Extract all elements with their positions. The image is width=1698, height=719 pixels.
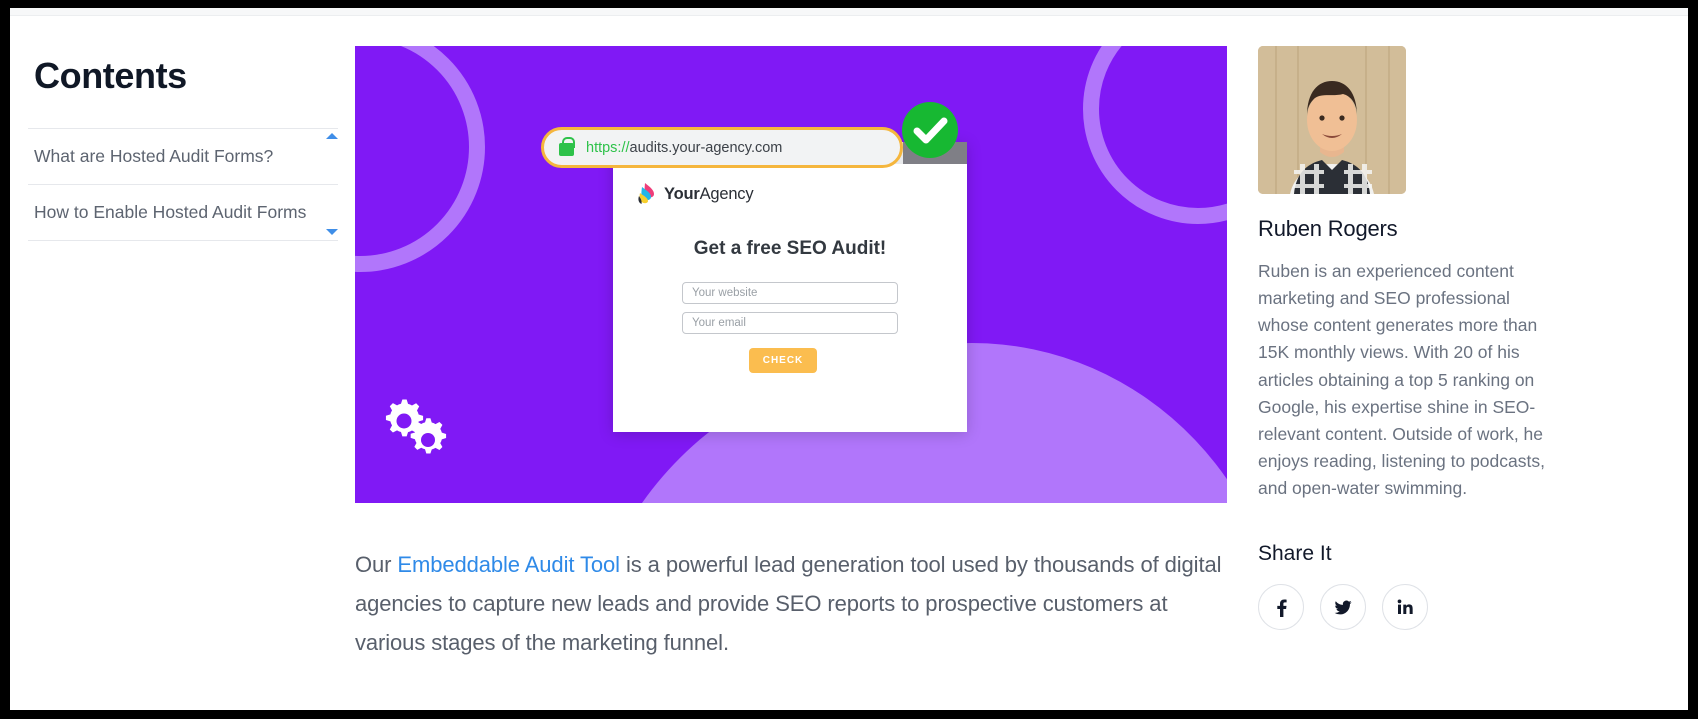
facebook-share-button[interactable]: [1258, 584, 1304, 631]
embeddable-audit-tool-link[interactable]: Embeddable Audit Tool: [397, 552, 620, 577]
linkedin-share-button[interactable]: [1382, 584, 1428, 631]
brand-light: Agency: [699, 184, 754, 203]
linkedin-icon: [1397, 599, 1413, 615]
mock-brand-name: YourAgency: [664, 184, 754, 204]
decorative-ring-right: [1083, 46, 1227, 224]
hero-illustration: https://audits.your-agency.com YourAgenc…: [355, 46, 1227, 503]
lock-icon: [559, 136, 575, 156]
browser-mockup: https://audits.your-agency.com YourAgenc…: [541, 102, 967, 432]
avatar: [1258, 46, 1406, 194]
url-scheme: https://: [586, 139, 630, 156]
author-sidebar: Ruben Rogers Ruben is an experienced con…: [1258, 46, 1558, 631]
author-name: Ruben Rogers: [1258, 216, 1398, 241]
chevron-down-icon[interactable]: [326, 228, 338, 235]
mock-site-body: YourAgency Get a free SEO Audit! Your we…: [613, 164, 967, 373]
paragraph-lead: Our: [355, 552, 398, 577]
article-paragraph: Our Embeddable Audit Tool is a powerful …: [355, 545, 1227, 662]
twitter-share-button[interactable]: [1320, 584, 1366, 631]
mock-heading: Get a free SEO Audit!: [693, 238, 887, 259]
share-buttons: [1258, 584, 1558, 631]
twitter-icon: [1334, 600, 1352, 615]
browser-tabbar: https://audits.your-agency.com: [541, 102, 967, 168]
chevron-up-icon[interactable]: [326, 132, 338, 139]
contents-title: Contents: [34, 55, 187, 96]
toc-item-how-to-enable-hosted-audit-forms[interactable]: How to Enable Hosted Audit Forms: [28, 185, 338, 241]
toc-item-what-are-hosted-audit-forms[interactable]: What are Hosted Audit Forms?: [28, 129, 338, 185]
table-of-contents: Contents What are Hosted Audit Forms? Ho…: [28, 56, 338, 241]
browser-chrome-strip: [10, 8, 1688, 16]
decorative-ring-left: [355, 46, 485, 272]
mock-brand: YourAgency: [613, 182, 967, 206]
gears-icon: [385, 399, 447, 454]
mock-website-input[interactable]: Your website: [682, 282, 898, 304]
mock-form: Your website Your email CHECK: [613, 282, 967, 373]
contents-list: What are Hosted Audit Forms? How to Enab…: [28, 127, 338, 241]
brand-bold: Your: [664, 184, 700, 203]
mock-email-input[interactable]: Your email: [682, 312, 898, 334]
url-host: audits.your-agency.com: [629, 139, 783, 156]
page-frame: Contents What are Hosted Audit Forms? Ho…: [0, 0, 1698, 719]
author-bio: Ruben is an experienced content marketin…: [1258, 261, 1545, 498]
viewport: Contents What are Hosted Audit Forms? Ho…: [10, 8, 1688, 710]
youragency-logo-icon: [638, 183, 654, 204]
address-bar[interactable]: https://audits.your-agency.com: [541, 102, 958, 168]
facebook-icon: [1277, 599, 1287, 618]
mock-check-button[interactable]: CHECK: [749, 348, 817, 373]
address-bar-url: https://audits.your-agency.com: [586, 140, 782, 156]
share-title: Share It: [1258, 542, 1332, 566]
article-main: https://audits.your-agency.com YourAgenc…: [355, 46, 1227, 662]
check-circle-icon: [902, 102, 958, 158]
